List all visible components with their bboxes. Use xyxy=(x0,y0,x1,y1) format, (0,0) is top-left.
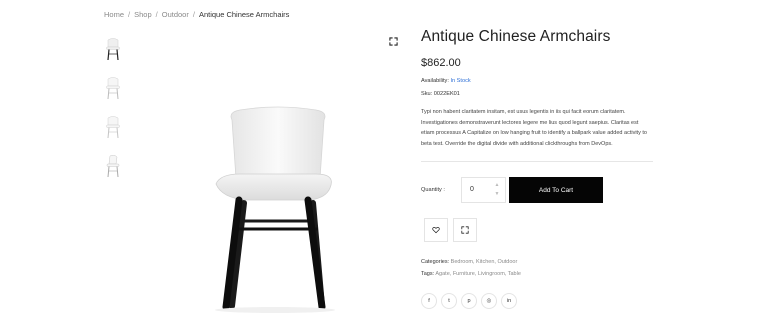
availability: Availability: In Stock xyxy=(421,78,653,84)
quantity-arrows: ▲ ▼ xyxy=(494,183,500,197)
chair-thumbnail-icon xyxy=(106,38,120,61)
sku: Sku: 0022EK01 xyxy=(421,91,653,97)
linkedin-icon[interactable]: in xyxy=(501,293,517,309)
heart-icon xyxy=(432,227,440,234)
breadcrumb-home[interactable]: Home xyxy=(104,10,124,19)
facebook-icon[interactable]: f xyxy=(421,293,437,309)
pinterest-icon[interactable]: p xyxy=(461,293,477,309)
product-price: $862.00 xyxy=(421,57,461,69)
compare-button[interactable] xyxy=(453,218,477,242)
add-to-cart-button[interactable]: Add To Cart xyxy=(509,177,603,203)
chair-thumbnail-icon xyxy=(106,154,120,178)
tags: Tags: Agate, Furniture, Livingroom, Tabl… xyxy=(421,268,521,280)
breadcrumb-current: Antique Chinese Armchairs xyxy=(198,10,290,19)
quantity-input[interactable]: 0 xyxy=(470,186,474,193)
chevron-down-icon[interactable]: ▼ xyxy=(494,192,500,197)
product-main-image xyxy=(150,28,410,320)
twitter-icon[interactable]: t xyxy=(441,293,457,309)
breadcrumb: Home / Shop / Outdoor / Antique Chinese Armcha… xyxy=(104,10,289,19)
product-description: Typi non habent claritatem insitam, est … xyxy=(421,109,647,147)
quantity-stepper[interactable]: 0 ▲ ▼ xyxy=(461,177,506,203)
wishlist-button[interactable] xyxy=(424,218,448,242)
availability-value: In Stock xyxy=(450,78,471,84)
product-info: Antique Chinese Armchairs $862.00 Availa… xyxy=(421,28,653,162)
product-taxonomy: Categories: Bedroom, Kitchen, Outdoor Ta… xyxy=(421,256,521,280)
thumbnail-1[interactable] xyxy=(101,34,125,64)
thumbnail-3[interactable] xyxy=(101,112,125,142)
breadcrumb-shop[interactable]: Shop xyxy=(134,10,152,19)
categories-label: Categories: xyxy=(421,259,450,265)
compare-icon xyxy=(461,226,469,234)
breadcrumb-outdoor[interactable]: Outdoor xyxy=(162,10,189,19)
chevron-up-icon[interactable]: ▲ xyxy=(494,183,500,188)
chair-thumbnail-icon xyxy=(106,116,120,139)
chair-image xyxy=(215,106,335,313)
dribbble-icon[interactable]: ◎ xyxy=(481,293,497,309)
categories-value[interactable]: Bedroom, Kitchen, Outdoor xyxy=(451,259,518,265)
social-share: f t p ◎ in xyxy=(421,293,517,309)
breadcrumb-separator: / xyxy=(155,10,158,19)
breadcrumb-separator: / xyxy=(128,10,131,19)
product-actions xyxy=(424,218,477,242)
quantity-row: Quantity : 0 ▲ ▼ Add To Cart xyxy=(421,177,603,203)
expand-icon xyxy=(388,36,398,46)
thumbnail-list xyxy=(101,34,127,190)
quantity-label: Quantity : xyxy=(421,187,445,193)
chair-thumbnail-icon xyxy=(106,77,120,100)
availability-label: Availability: xyxy=(421,78,449,84)
tags-label: Tags: xyxy=(421,271,435,277)
thumbnail-2[interactable] xyxy=(101,73,125,103)
thumbnail-4[interactable] xyxy=(101,151,125,181)
categories: Categories: Bedroom, Kitchen, Outdoor xyxy=(421,256,521,268)
sku-value: 0022EK01 xyxy=(433,91,460,97)
divider xyxy=(421,161,653,162)
tags-value[interactable]: Agate, Furniture, Livingroom, Table xyxy=(435,271,521,277)
breadcrumb-separator: / xyxy=(192,10,195,19)
zoom-button[interactable] xyxy=(385,33,401,49)
sku-label: Sku: xyxy=(421,91,433,97)
product-title: Antique Chinese Armchairs xyxy=(421,28,611,45)
